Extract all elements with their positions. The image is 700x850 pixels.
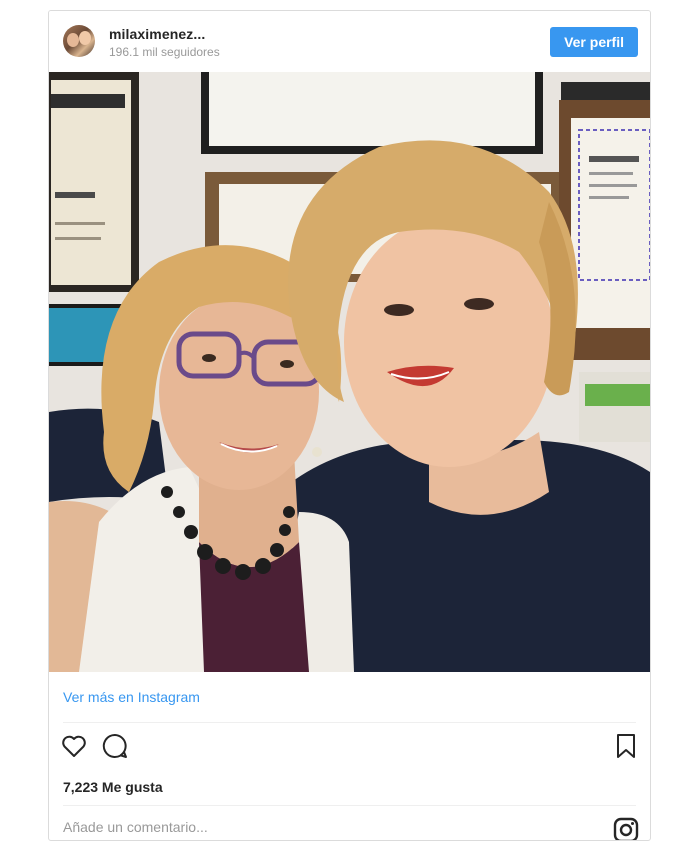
post-image[interactable]	[49, 72, 650, 672]
comment-icon[interactable]	[100, 731, 130, 761]
comment-input[interactable]	[63, 812, 583, 840]
heart-icon[interactable]	[59, 731, 89, 761]
divider	[63, 722, 636, 723]
follower-count: 196.1 mil seguidores	[109, 45, 220, 59]
view-profile-button[interactable]: Ver perfil	[550, 27, 638, 57]
username[interactable]: milaximenez...	[109, 26, 205, 42]
view-more-link[interactable]: Ver más en Instagram	[63, 689, 200, 705]
avatar[interactable]	[63, 25, 95, 57]
like-count[interactable]: 7,223 Me gusta	[63, 779, 163, 795]
bookmark-icon[interactable]	[611, 731, 641, 761]
divider	[63, 805, 636, 806]
post-header: milaximenez... 196.1 mil seguidores Ver …	[49, 11, 650, 72]
instagram-icon[interactable]	[611, 815, 641, 840]
instagram-embed: milaximenez... 196.1 mil seguidores Ver …	[48, 10, 651, 841]
